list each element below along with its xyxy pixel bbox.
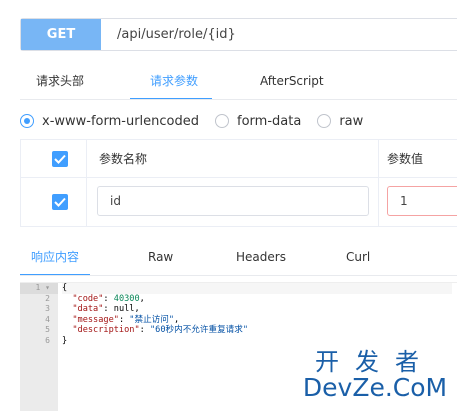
line-number: 5 bbox=[45, 325, 50, 334]
line-number: 1 ▾ bbox=[20, 283, 58, 294]
tab-request-headers[interactable]: 请求头部 bbox=[36, 62, 84, 100]
code-line: "description": "60秒内不允许重复请求" bbox=[72, 325, 249, 335]
tab-afterscript[interactable]: AfterScript bbox=[260, 62, 324, 100]
column-divider bbox=[378, 140, 379, 177]
radio-x-www-form-urlencoded[interactable]: x-www-form-urlencoded bbox=[20, 114, 199, 129]
radio-label: x-www-form-urlencoded bbox=[42, 113, 200, 129]
radio-unchecked-icon bbox=[317, 114, 332, 128]
params-table-header: 参数名称 参数值 bbox=[21, 140, 457, 178]
params-table: 参数名称 参数值 id 1 bbox=[20, 139, 457, 227]
tabs-divider bbox=[20, 99, 457, 100]
param-name-input[interactable]: id bbox=[97, 186, 369, 216]
line-number: 6 bbox=[45, 335, 50, 345]
line-gutter: 1 ▾ 2 3 4 5 6 bbox=[20, 283, 58, 411]
param-value-input[interactable]: 1 bbox=[387, 186, 457, 216]
radio-raw[interactable]: raw bbox=[317, 114, 363, 129]
request-tabs: 请求头部 请求参数 AfterScript bbox=[20, 62, 457, 100]
code-line: "message": "禁止访问", bbox=[72, 314, 180, 325]
watermark-text-bottom: DevZe.CoM bbox=[302, 373, 448, 402]
code-line: "code": 40300, bbox=[72, 293, 145, 304]
response-tabs: 响应内容 Raw Headers Curl bbox=[20, 240, 457, 276]
code-line: { bbox=[62, 283, 452, 294]
tab-curl[interactable]: Curl bbox=[346, 240, 370, 274]
radio-unchecked-icon bbox=[215, 114, 230, 128]
row-checkbox[interactable] bbox=[52, 194, 68, 210]
table-row: id 1 bbox=[21, 178, 457, 226]
body-type-radio-group: x-www-form-urlencoded form-data raw bbox=[20, 110, 379, 132]
site-watermark: 开发者 DevZe.CoM bbox=[300, 342, 450, 404]
line-number: 2 bbox=[45, 293, 50, 303]
code-line: "data": null, bbox=[72, 304, 140, 314]
radio-label: raw bbox=[339, 113, 364, 129]
column-divider bbox=[86, 140, 87, 177]
method-button[interactable]: GET bbox=[21, 19, 101, 50]
fold-toggle-icon[interactable]: ▾ bbox=[45, 283, 50, 292]
code-content: { "code": 40300, "data": null, "message"… bbox=[62, 283, 452, 346]
tab-request-params[interactable]: 请求参数 bbox=[150, 62, 198, 100]
url-input[interactable]: /api/user/role/{id} bbox=[117, 19, 236, 50]
column-header-value: 参数值 bbox=[387, 152, 424, 166]
line-number: 3 bbox=[45, 304, 50, 313]
watermark-text-top: 开发者 bbox=[315, 348, 435, 376]
response-tabs-divider bbox=[20, 275, 457, 276]
radio-checked-icon bbox=[20, 114, 34, 128]
request-bar: GET /api/user/role/{id} bbox=[20, 18, 457, 51]
column-divider bbox=[86, 178, 87, 226]
radio-label: form-data bbox=[237, 113, 302, 129]
line-number: 4 bbox=[45, 314, 50, 324]
tab-headers[interactable]: Headers bbox=[236, 240, 286, 274]
column-divider bbox=[378, 178, 379, 226]
tab-response-content[interactable]: 响应内容 bbox=[20, 240, 90, 274]
column-header-name: 参数名称 bbox=[99, 152, 148, 166]
radio-form-data[interactable]: form-data bbox=[215, 114, 301, 129]
check-icon bbox=[54, 197, 66, 207]
tab-raw[interactable]: Raw bbox=[148, 240, 173, 274]
select-all-checkbox[interactable] bbox=[52, 151, 68, 167]
check-icon bbox=[54, 154, 66, 164]
